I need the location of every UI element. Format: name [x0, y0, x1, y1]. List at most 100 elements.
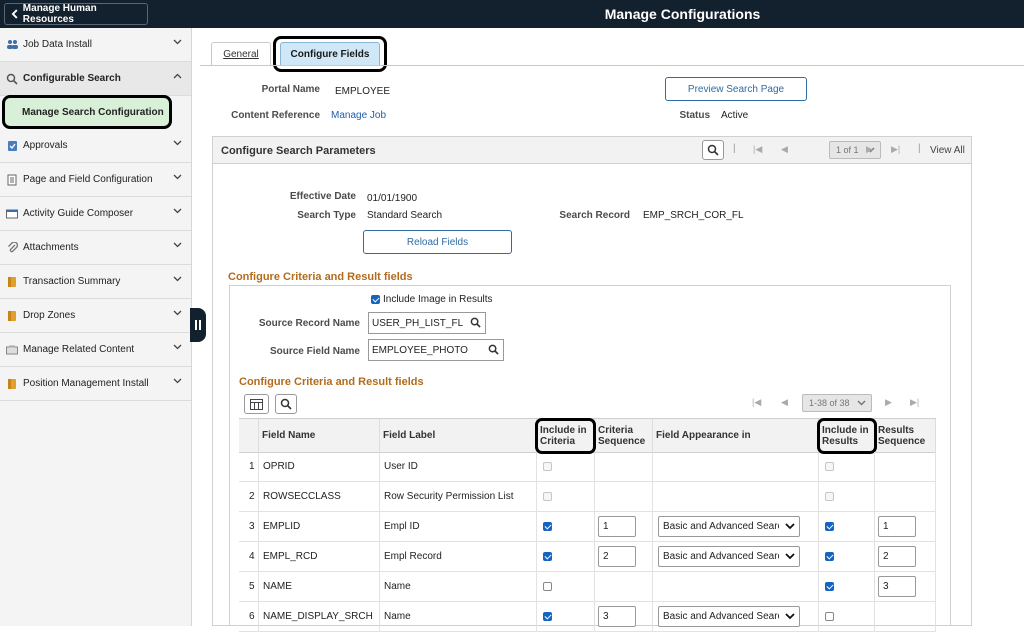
chevron-down-icon [173, 378, 182, 384]
include-image-checkbox[interactable] [371, 295, 380, 304]
sidebar-item-drop-zones[interactable]: Drop Zones [0, 299, 191, 333]
last-page-icon[interactable]: ▶| [891, 144, 900, 155]
grid-pager-select[interactable]: 1-38 of 38 [802, 394, 872, 412]
lookup-icon[interactable] [488, 344, 499, 355]
chevron-down-icon [173, 276, 182, 282]
search-icon [6, 73, 18, 85]
sidebar-item-job-data-install[interactable]: Job Data Install [0, 28, 191, 62]
related-content-icon [6, 344, 18, 356]
field-name-cell: NAME [259, 572, 380, 602]
next-page-icon[interactable]: ▶ [866, 144, 873, 155]
field-name-cell: NAME_DISPLAY_SRCH [259, 602, 380, 632]
include-in-criteria-checkbox[interactable] [543, 612, 552, 621]
include-criteria-cell [537, 452, 595, 482]
field-appearance-select[interactable]: Basic and Advanced Search [658, 546, 800, 567]
lookup-icon[interactable] [470, 317, 481, 328]
grid-find-button[interactable] [275, 394, 297, 414]
include-image-label: Include Image in Results [383, 294, 493, 305]
search-type-value: Standard Search [367, 210, 443, 221]
include-in-criteria-checkbox[interactable] [543, 522, 552, 531]
sidebar-item-activity-guide-composer[interactable]: Activity Guide Composer [0, 197, 191, 231]
chevron-down-icon [173, 140, 182, 146]
sidebar-item-label: Position Management Install [23, 378, 149, 389]
tab-divider [200, 65, 1024, 66]
field-name-cell: OPRID [259, 452, 380, 482]
sidebar-item-label: Transaction Summary [23, 276, 121, 287]
column-header-field-appearance: Field Appearance in [653, 419, 819, 453]
first-page-icon[interactable]: |◀ [752, 397, 761, 408]
include-results-cell [819, 452, 875, 482]
criteria-sequence-input[interactable]: 2 [598, 546, 636, 567]
content-reference-link[interactable]: Manage Job [331, 110, 386, 121]
field-appearance-cell [653, 482, 819, 512]
back-button[interactable]: Manage Human Resources [4, 3, 148, 25]
chevron-down-icon [173, 242, 182, 248]
sidebar-item-page-and-field-configuration[interactable]: Page and Field Configuration [0, 163, 191, 197]
results-sequence-input[interactable]: 3 [878, 576, 916, 597]
personalize-grid-button[interactable] [244, 394, 269, 414]
include-in-criteria-checkbox[interactable] [543, 582, 552, 591]
row-pager-select[interactable]: 1 of 1 [829, 141, 881, 159]
criteria-sequence-input[interactable]: 3 [598, 606, 636, 627]
include-criteria-cell [537, 482, 595, 512]
sidebar-item-approvals[interactable]: Approvals [0, 129, 191, 163]
chevron-down-icon [173, 174, 182, 180]
field-appearance-cell: Basic and Advanced Search [653, 602, 819, 632]
include-in-criteria-checkbox[interactable] [543, 552, 552, 561]
field-label-cell: Empl Record [380, 542, 537, 572]
results-sequence-input[interactable]: 2 [878, 546, 916, 567]
previous-page-icon[interactable]: ◀ [781, 144, 788, 155]
include-in-results-checkbox[interactable] [825, 522, 834, 531]
chevron-down-icon [785, 553, 795, 560]
results-sequence-input[interactable]: 1 [878, 516, 916, 537]
field-appearance-select[interactable]: Basic and Advanced Search [658, 516, 800, 537]
source-field-input[interactable]: EMPLOYEE_PHOTO [368, 339, 504, 361]
tab-general[interactable]: General [211, 42, 271, 66]
sidebar-collapse-handle[interactable] [190, 308, 206, 342]
find-button[interactable] [702, 140, 724, 160]
sidebar-item-configurable-search[interactable]: Configurable Search [0, 62, 191, 96]
include-in-results-checkbox[interactable] [825, 582, 834, 591]
row-number: 4 [239, 542, 259, 572]
results-sequence-cell [875, 602, 936, 632]
source-record-input[interactable]: USER_PH_LIST_FL [368, 312, 486, 334]
search-record-value: EMP_SRCH_COR_FL [643, 210, 744, 221]
sidebar-item-label: Page and Field Configuration [23, 174, 153, 185]
back-button-label: Manage Human Resources [22, 3, 97, 25]
include-in-criteria-checkbox [543, 492, 552, 501]
criteria-sequence-input[interactable]: 1 [598, 516, 636, 537]
criteria-sequence-cell [595, 452, 653, 482]
sidebar-item-manage-related-content[interactable]: Manage Related Content [0, 333, 191, 367]
previous-page-icon[interactable]: ◀ [781, 397, 788, 408]
field-label-cell: Name [380, 602, 537, 632]
sidebar-item-position-management-install[interactable]: Position Management Install [0, 367, 191, 401]
source-record-label: Source Record Name [258, 318, 360, 329]
status-value: Active [721, 110, 749, 121]
include-results-cell [819, 602, 875, 632]
field-appearance-value: Basic and Advanced Search [663, 551, 779, 562]
sidebar-item-transaction-summary[interactable]: Transaction Summary [0, 265, 191, 299]
reload-fields-button[interactable]: Reload Fields [363, 230, 512, 254]
chevron-down-icon [173, 310, 182, 316]
criteria-sequence-cell [595, 572, 653, 602]
sidebar-item-label: Activity Guide Composer [23, 208, 134, 219]
tab-configure-fields[interactable]: Configure Fields [280, 42, 380, 66]
field-appearance-select[interactable]: Basic and Advanced Search [658, 606, 800, 627]
sidebar-item-label: Job Data Install [23, 39, 92, 50]
sidebar-item-attachments[interactable]: Attachments [0, 231, 191, 265]
include-in-results-checkbox[interactable] [825, 612, 834, 621]
sidebar-item-label: Configurable Search [23, 73, 121, 84]
sidebar-item-label: Attachments [23, 242, 79, 253]
grid-pager-text: 1-38 of 38 [809, 398, 850, 408]
include-in-criteria-checkbox [543, 462, 552, 471]
include-results-cell [819, 572, 875, 602]
include-in-results-checkbox[interactable] [825, 552, 834, 561]
field-label-cell: User ID [380, 452, 537, 482]
last-page-icon[interactable]: ▶| [910, 397, 919, 408]
preview-search-page-button[interactable]: Preview Search Page [665, 77, 807, 101]
view-all-link[interactable]: View All [930, 145, 965, 156]
next-page-icon[interactable]: ▶ [885, 397, 892, 408]
sidebar-item-manage-search-configuration[interactable]: Manage Search Configuration [2, 95, 172, 129]
field-appearance-value: Basic and Advanced Search [663, 611, 779, 622]
first-page-icon[interactable]: |◀ [753, 144, 762, 155]
